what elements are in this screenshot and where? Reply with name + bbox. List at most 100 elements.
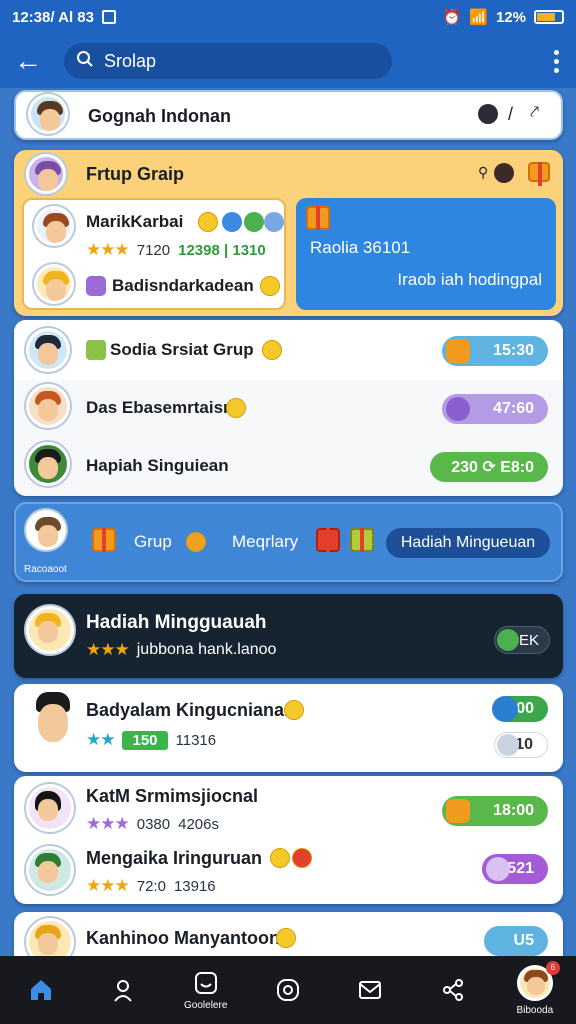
mail-icon — [357, 977, 383, 1003]
avatar-mini-icon — [478, 104, 498, 124]
list-item[interactable]: KatM Srmimsjiocnal ★★★ 0380 4206s 18:00 — [14, 776, 563, 838]
search-input[interactable]: Srolap — [64, 43, 392, 79]
list-item[interactable]: Kanhinoo Manyantoona. U5 — [14, 912, 563, 956]
highlight-subtitle: ★★★ jubbona hank.lanoo — [86, 640, 276, 660]
bottom-nav: Goolelere 6 Bibooda — [0, 956, 576, 1024]
list-item-pill[interactable]: 47:60 — [442, 394, 548, 424]
gift-icon[interactable] — [528, 162, 550, 186]
list-item-name: Mengaika Iringuruan — [86, 848, 263, 868]
nav-games[interactable]: Goolelere — [171, 970, 241, 1011]
back-arrow-icon[interactable]: ← — [10, 43, 46, 79]
list-item-meta: ★★ 150 11316 — [86, 730, 216, 750]
member-avatar-2 — [34, 264, 74, 304]
search-icon — [76, 50, 94, 73]
smile-emoji-icon — [284, 700, 304, 720]
heart-emoji-icon — [198, 212, 218, 232]
alarm-icon: ⏰ — [442, 9, 462, 26]
list-item[interactable]: Hapiah Singuiean 230 ⟳ E8:0 — [14, 436, 563, 494]
list-item-pill[interactable]: 18:00 — [442, 796, 548, 826]
list-item[interactable]: Sodia Srsiat Grup 15:30 — [14, 320, 563, 380]
avatar — [26, 510, 66, 550]
clover-icon — [244, 212, 264, 232]
avatar-label: Racoaoot — [24, 564, 67, 575]
member-stats: 12398 | 1310 — [178, 241, 266, 259]
list-item-pill-secondary[interactable]: 10 — [494, 732, 548, 758]
list-item-name: Badyalam Kingucnianar — [86, 700, 292, 720]
gem-icon — [486, 857, 510, 881]
star-badge-icon — [446, 397, 470, 421]
list-item-meta: ★★★ 0380 4206s — [86, 814, 219, 834]
member-name-2: Badisndarkadean — [112, 276, 254, 295]
share-icon — [440, 977, 466, 1003]
wifi-icon: 📶 — [469, 9, 488, 26]
list-item-pill[interactable]: 00 — [492, 696, 548, 722]
list-item-pill[interactable]: 521 — [482, 854, 548, 884]
weekly-reward-bar: Racoaoot Grup Meqrlary Hadiah Mingueuan — [14, 502, 563, 582]
contact-card-top[interactable]: Gognah Indonan / ⤤ — [14, 90, 563, 140]
pill-value: 47:60 — [493, 400, 534, 417]
nav-account[interactable]: 6 Bibooda — [500, 960, 570, 1016]
play-icon — [497, 629, 519, 651]
pill-value: 00 — [516, 700, 534, 717]
list-group: KatM Srmimsjiocnal ★★★ 0380 4206s 18:00 … — [14, 776, 563, 904]
list-item-name: Hapiah Singuiean — [86, 456, 229, 475]
list-item-stat: 4206s — [178, 815, 219, 833]
member-name-1: MarikKarbai — [86, 212, 184, 231]
status-bar: 12:38/ Al 83 ⏰ 📶 12% — [0, 0, 576, 34]
pin-icon[interactable]: ⚲ — [478, 164, 488, 181]
list-item-name: KatM Srmimsjiocnal — [86, 786, 259, 806]
divider-glyph: / — [508, 104, 514, 124]
stars-icon: ★★★ — [86, 640, 130, 659]
nav-label: Bibooda — [516, 1004, 554, 1016]
list-item[interactable]: Mengaika Iringuruan ★★★ 72:0 13916 521 — [14, 838, 563, 900]
highlight-pill[interactable]: EK — [494, 626, 550, 654]
contact-name: Gognah Indonan — [88, 106, 231, 126]
mid-label: Meqrlary — [232, 532, 299, 551]
smile-emoji-icon — [276, 928, 296, 948]
stars-icon: ★★★ — [86, 876, 130, 895]
member-score: 7120 — [136, 241, 171, 259]
group-title: Frtup Graip — [86, 164, 184, 184]
gift-icon — [446, 339, 470, 363]
avatar — [26, 846, 74, 894]
member-avatar-1 — [34, 206, 74, 246]
pill-value: 18:00 — [493, 802, 534, 819]
nav-profile[interactable] — [88, 977, 158, 1003]
status-time: 12:38/ Al 83 — [12, 8, 94, 26]
highlight-title: Hadiah Mingguauah — [86, 612, 267, 633]
nav-home[interactable] — [6, 977, 76, 1003]
more-options-icon[interactable] — [546, 49, 566, 73]
gift-icon — [316, 528, 340, 552]
list-item-score: 0380 — [136, 815, 171, 833]
level-badge: 150 — [122, 730, 168, 750]
badge-icon — [222, 212, 242, 232]
list-item-pill[interactable]: 230 ⟳ E8:0 — [430, 452, 548, 482]
list-item-pill[interactable]: 15:30 — [442, 336, 548, 366]
share-icon[interactable]: ⤤ — [530, 104, 539, 122]
reward-title: Raolia 36101 — [310, 238, 411, 257]
member-list-card: Sodia Srsiat Grup 15:30 Das Ebasemrtaisn… — [14, 320, 563, 496]
battery-icon — [534, 10, 564, 24]
reward-panel[interactable]: Raolia 36101 Iraob iah hodingpal — [296, 198, 556, 310]
gift-icon — [92, 528, 116, 552]
pill-value: 15:30 — [493, 342, 534, 359]
list-item[interactable]: Das Ebasemrtaisn 47:60 — [14, 380, 563, 436]
weekly-reward-button[interactable]: Hadiah Mingueuan — [386, 528, 550, 558]
nav-messages[interactable] — [335, 977, 405, 1003]
gem-icon — [86, 276, 106, 296]
highlight-card[interactable]: Hadiah Mingguauah ★★★ jubbona hank.lanoo… — [14, 594, 563, 678]
avatar — [26, 606, 74, 654]
list-item[interactable]: Badyalam Kingucnianar ★★ 150 11316 00 10 — [14, 684, 563, 772]
battery-percent: 12% — [495, 8, 526, 26]
stars-icon: ★★ — [86, 730, 116, 749]
compass-icon — [275, 977, 301, 1003]
nav-share[interactable] — [418, 977, 488, 1003]
list-item-pill[interactable]: U5 — [484, 926, 548, 956]
nav-explore[interactable] — [253, 977, 323, 1003]
list-item-name: Das Ebasemrtaisn — [86, 398, 234, 417]
gift-icon — [350, 528, 374, 552]
grin-emoji-icon — [260, 276, 280, 296]
members-panel: MarikKarbai ★★★ 7120 12398 | 1310 Badisn… — [22, 198, 286, 310]
notification-badge: 6 — [545, 960, 560, 975]
smile-emoji-icon — [262, 340, 282, 360]
